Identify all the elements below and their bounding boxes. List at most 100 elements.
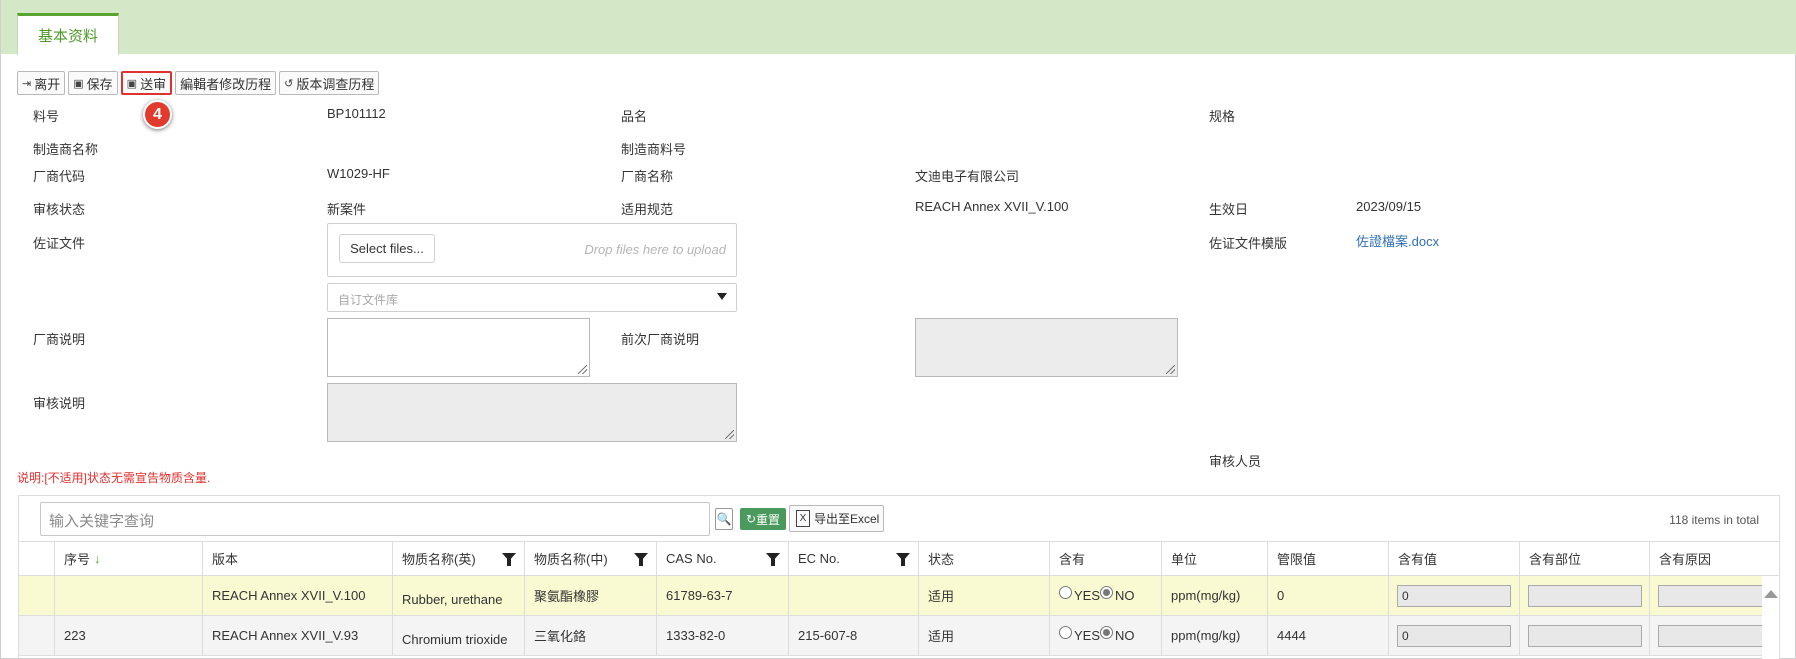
drop-hint: Drop files here to upload <box>584 242 726 257</box>
doc-template-link[interactable]: 佐證檔案.docx <box>1356 231 1439 250</box>
table-row[interactable]: REACH Annex XVII_V.100 Rubber, urethane … <box>19 576 1774 616</box>
editor-history-label: 編輯者修改历程 <box>180 76 272 92</box>
doc-library-select[interactable]: 自订文件库 <box>327 283 737 312</box>
save-button[interactable]: ▣ 保存 <box>68 71 118 95</box>
vendor-name-label: 厂商名称 <box>621 169 674 184</box>
column-location[interactable]: 含有部位 <box>1520 542 1650 575</box>
reviewer-label: 审核人员 <box>1209 454 1262 469</box>
toolbar: ⇥ 离开 ▣ 保存 ▣ 送审 編輯者修改历程 ↺ 版本调查历程 <box>17 71 382 95</box>
effective-date-value: 2023/09/15 <box>1356 199 1422 214</box>
filter-icon[interactable] <box>766 553 780 566</box>
floppy-icon: ▣ <box>126 77 138 90</box>
version-history-button[interactable]: ↺ 版本调查历程 <box>279 71 380 95</box>
column-ec[interactable]: EC No. <box>789 542 919 575</box>
review-note-textarea <box>327 383 737 442</box>
reason-cell <box>1650 616 1774 655</box>
value-input[interactable]: 0 <box>1397 585 1511 607</box>
name-zh-cell: 聚氨酯橡膠 <box>525 576 657 615</box>
value-cell: 0 <box>1389 616 1520 655</box>
no-radio[interactable] <box>1100 626 1114 639</box>
column-checkbox <box>19 542 55 575</box>
reason-input[interactable] <box>1658 625 1774 647</box>
editor-history-button[interactable]: 編輯者修改历程 <box>175 71 277 95</box>
column-reason[interactable]: 含有原因 <box>1650 542 1780 575</box>
column-unit[interactable]: 单位 <box>1162 542 1268 575</box>
part-no-value: BP101112 <box>327 106 386 121</box>
location-cell <box>1520 576 1650 615</box>
search-button[interactable]: 🔍 <box>715 508 733 530</box>
submit-label: 送审 <box>140 76 167 92</box>
row-checkbox-cell <box>19 616 55 655</box>
column-version[interactable]: 版本 <box>203 542 393 575</box>
vendor-note-textarea[interactable] <box>327 318 590 377</box>
floppy-icon: ▣ <box>73 77 84 90</box>
filter-icon[interactable] <box>896 553 910 566</box>
column-contains[interactable]: 含有 <box>1050 542 1162 575</box>
leave-button[interactable]: ⇥ 离开 <box>17 71 66 95</box>
refresh-icon: ↻ <box>745 512 757 526</box>
excel-icon: X <box>796 510 810 527</box>
scroll-up-icon[interactable] <box>1764 590 1778 598</box>
manufacturer-part-label: 制造商料号 <box>621 142 687 157</box>
ec-cell <box>789 576 919 615</box>
column-cas[interactable]: CAS No. <box>657 542 789 575</box>
column-seq-label: 序号 <box>64 552 91 567</box>
value-input[interactable]: 0 <box>1397 625 1511 647</box>
table-row[interactable]: 223 REACH Annex XVII_V.93 Chromium triox… <box>19 616 1774 656</box>
regulation-label: 适用规范 <box>621 202 674 217</box>
leave-label: 离开 <box>34 76 61 92</box>
items-total: 118 items in total <box>1669 513 1759 527</box>
prev-vendor-note-label: 前次厂商说明 <box>621 332 700 347</box>
column-name-zh[interactable]: 物质名称(中) <box>525 542 657 575</box>
value-cell: 0 <box>1389 576 1520 615</box>
file-upload-area[interactable]: Select files... Drop files here to uploa… <box>327 223 737 277</box>
location-cell <box>1520 616 1650 655</box>
grid-header: 序号 ↓ 版本 物质名称(英) 物质名称(中) CAS No. EC No. 状态… <box>19 541 1780 576</box>
name-en-cell: Chromium trioxide <box>393 616 525 655</box>
status-cell: 适用 <box>919 576 1050 615</box>
search-icon: 🔍 <box>716 512 732 526</box>
resize-grip-icon <box>725 430 734 439</box>
declaration-note: 说明:[不适用]状态无需宣告物质含量. <box>17 471 211 485</box>
regulation-value: REACH Annex XVII_V.100 <box>915 199 1069 214</box>
export-label: 导出至Excel <box>814 512 880 526</box>
filter-icon[interactable] <box>634 553 648 566</box>
no-label: NO <box>1115 628 1135 643</box>
reset-button[interactable]: ↻ 重置 <box>740 508 786 530</box>
review-status-label: 审核状态 <box>33 202 86 217</box>
select-files-button[interactable]: Select files... <box>339 234 435 263</box>
column-status[interactable]: 状态 <box>919 542 1050 575</box>
location-input[interactable] <box>1528 585 1642 607</box>
location-input[interactable] <box>1528 625 1642 647</box>
docs-label: 佐证文件 <box>33 236 86 251</box>
vendor-note-label: 厂商说明 <box>33 332 86 347</box>
column-name-en[interactable]: 物质名称(英) <box>393 542 525 575</box>
export-excel-button[interactable]: X 导出至Excel <box>789 505 884 532</box>
effective-date-label: 生效日 <box>1209 202 1249 217</box>
grid-scrollbar[interactable] <box>1762 576 1779 659</box>
no-radio[interactable] <box>1100 586 1114 599</box>
filter-icon[interactable] <box>502 553 516 566</box>
yes-radio[interactable] <box>1059 626 1072 639</box>
search-input[interactable]: 输入关键字查询 <box>40 502 710 536</box>
tab-bar: 基本资料 <box>1 0 1796 55</box>
name-zh-cell: 三氧化鉻 <box>525 616 657 655</box>
tab-basic-info[interactable]: 基本资料 <box>17 13 119 55</box>
yes-radio[interactable] <box>1059 586 1072 599</box>
limit-cell: 4444 <box>1268 616 1389 655</box>
reset-label: 重置 <box>756 512 781 527</box>
limit-cell: 0 <box>1268 576 1389 615</box>
prev-vendor-note-textarea <box>915 318 1178 377</box>
sort-down-icon: ↓ <box>94 551 101 566</box>
column-value[interactable]: 含有值 <box>1389 542 1520 575</box>
product-name-label: 品名 <box>621 109 648 124</box>
submit-review-button[interactable]: ▣ 送审 <box>120 71 173 95</box>
app-window: 基本资料 ⇥ 离开 ▣ 保存 ▣ 送审 編輯者修改历程 ↺ 版本调查历程 4 料号 BP… <box>0 0 1796 659</box>
step-badge: 4 <box>143 100 172 129</box>
reason-input[interactable] <box>1658 585 1774 607</box>
doc-library-placeholder: 自订文件库 <box>338 293 399 307</box>
resize-grip-icon <box>578 365 587 374</box>
column-limit[interactable]: 管限值 <box>1268 542 1389 575</box>
column-seq[interactable]: 序号 ↓ <box>55 542 203 575</box>
contains-cell: YES NO <box>1050 616 1162 655</box>
